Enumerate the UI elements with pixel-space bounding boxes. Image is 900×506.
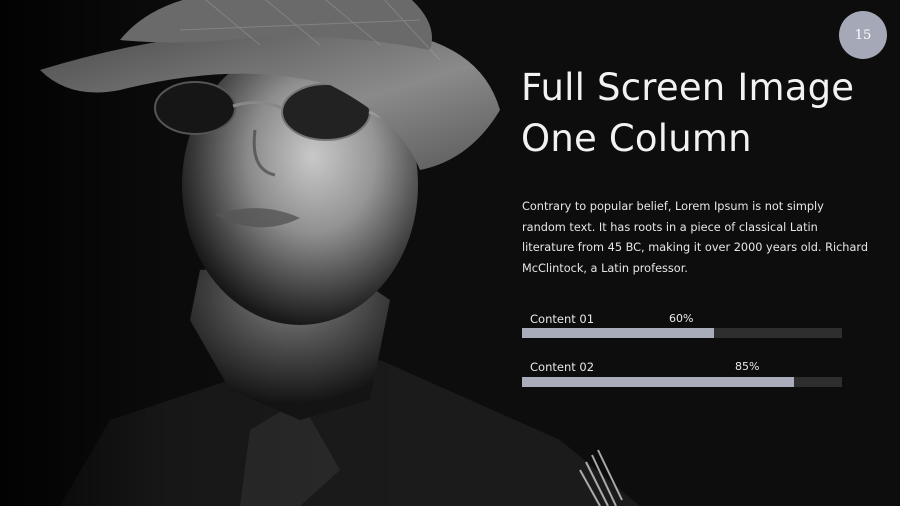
progress-label-1: Content 01 [530,312,595,326]
page-number-badge: 15 [839,11,887,59]
slide-title-line-1: Full Screen Image [521,66,855,109]
progress-fill-2 [522,377,794,387]
slide-title-line-2: One Column [521,117,752,160]
progress-percent-1: 60% [668,312,694,325]
slide: 15 Full Screen Image One Column Contrary… [0,0,900,506]
progress-percent-2: 85% [734,360,760,373]
progress-label-2: Content 02 [530,360,595,374]
progress-fill-1 [522,328,714,338]
body-paragraph: Contrary to popular belief, Lorem Ipsum … [522,200,869,275]
progress-track-2 [522,377,842,387]
slide-title: Full Screen Image One Column [521,62,891,164]
progress-track-1 [522,328,842,338]
